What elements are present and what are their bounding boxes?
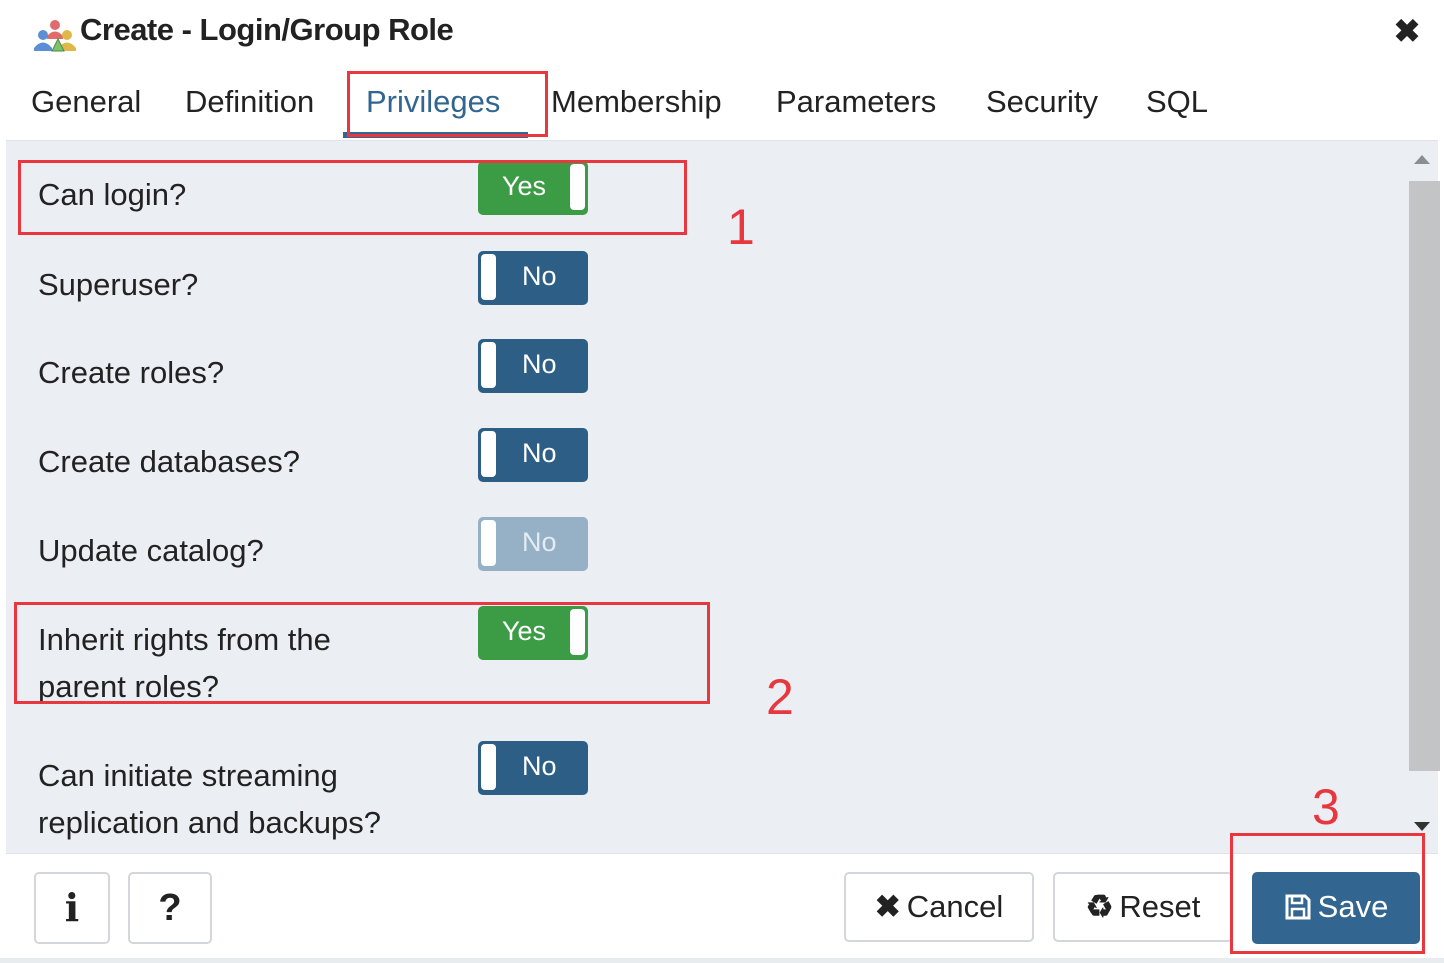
update-catalog-label: Update catalog? [38, 533, 264, 568]
annotation-box-save [1230, 833, 1425, 954]
tab-general[interactable]: General [31, 84, 141, 120]
create-databases-label: Create databases? [38, 444, 300, 479]
vertical-scrollbar[interactable] [1406, 141, 1440, 853]
toggle-state: No [522, 349, 557, 379]
close-icon: ✖ [1393, 13, 1421, 49]
close-icon: ✖ [874, 889, 901, 924]
streaming-replication-label-line1: Can initiate streaming [38, 758, 338, 793]
toggle-state: No [522, 438, 557, 468]
tab-definition[interactable]: Definition [185, 84, 314, 120]
create-roles-label: Create roles? [38, 355, 225, 390]
info-button[interactable]: i [34, 872, 110, 944]
toggle-knob [481, 431, 496, 477]
group-role-icon [34, 20, 76, 52]
info-icon: i [64, 885, 80, 930]
streaming-replication-label: Can initiate streaming replication and b… [38, 752, 381, 846]
toggle-knob [481, 520, 496, 566]
toggle-state: No [522, 527, 557, 557]
create-login-group-role-dialog: Create - Login/Group Role ✖ General Defi… [0, 0, 1444, 963]
tab-parameters[interactable]: Parameters [776, 84, 936, 120]
recycle-icon: ♻ [1085, 889, 1114, 924]
annotation-box-can-login [18, 160, 687, 235]
privileges-panel: Can login? Yes Superuser? No Create role… [6, 141, 1406, 853]
superuser-toggle[interactable]: No [478, 251, 588, 305]
dialog-title-bar: Create - Login/Group Role ✖ [6, 0, 1438, 67]
toggle-state: No [522, 261, 557, 291]
annotation-number-2: 2 [766, 669, 794, 725]
close-button[interactable]: ✖ [1392, 14, 1422, 48]
annotation-number-3: 3 [1312, 779, 1340, 835]
create-databases-toggle[interactable]: No [478, 428, 588, 482]
toggle-knob [481, 342, 496, 388]
dialog-title: Create - Login/Group Role [80, 12, 454, 47]
annotation-number-1: 1 [727, 199, 755, 255]
help-button[interactable]: ? [128, 872, 212, 944]
reset-button[interactable]: ♻ Reset [1053, 872, 1233, 942]
annotation-box-privileges-tab [347, 71, 548, 137]
tab-membership[interactable]: Membership [551, 84, 722, 120]
dialog-bottom-edge [0, 958, 1444, 963]
scroll-up-arrow-icon[interactable] [1414, 155, 1430, 164]
scroll-thumb[interactable] [1409, 181, 1440, 771]
streaming-replication-toggle[interactable]: No [478, 741, 588, 795]
toggle-knob [481, 254, 496, 300]
dialog-footer: i ? ✖ Cancel ♻ Reset Save [6, 853, 1438, 959]
tab-sql[interactable]: SQL [1146, 84, 1208, 120]
annotation-box-inherit-rights [14, 602, 710, 704]
toggle-state: No [522, 751, 557, 781]
streaming-replication-label-line2: replication and backups? [38, 805, 381, 840]
create-roles-toggle[interactable]: No [478, 339, 588, 393]
help-icon: ? [158, 887, 182, 929]
tab-bar: General Definition Privileges Membership… [6, 66, 1438, 141]
scroll-down-arrow-icon[interactable] [1414, 822, 1430, 831]
tab-security[interactable]: Security [986, 84, 1098, 120]
cancel-button[interactable]: ✖ Cancel [844, 872, 1034, 942]
toggle-knob [481, 744, 496, 790]
reset-button-label: Reset [1119, 889, 1201, 924]
cancel-button-label: Cancel [906, 889, 1004, 924]
superuser-label: Superuser? [38, 267, 199, 302]
update-catalog-toggle: No [478, 517, 588, 571]
